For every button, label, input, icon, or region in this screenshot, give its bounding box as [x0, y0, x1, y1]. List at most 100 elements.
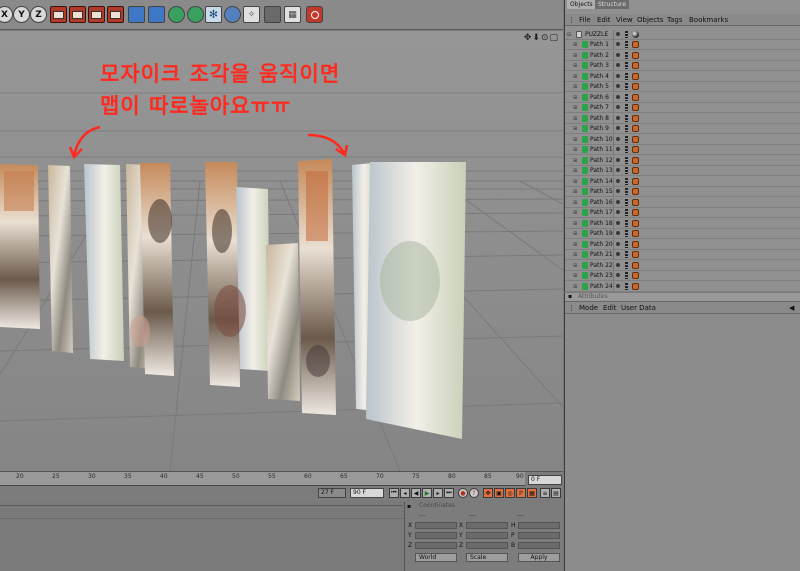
- back-arrow-icon[interactable]: ◀: [789, 304, 794, 312]
- goto-start-button[interactable]: ⏮: [389, 488, 399, 498]
- object-row[interactable]: ⊞ Path 16: [565, 197, 800, 208]
- phong-tag-icon[interactable]: [632, 31, 639, 38]
- expand-icon[interactable]: ⊞: [573, 147, 577, 153]
- expand-icon[interactable]: ⊞: [573, 137, 577, 143]
- expand-icon[interactable]: ⊞: [573, 242, 577, 248]
- visibility-icon[interactable]: [616, 189, 620, 193]
- render-flags-icon[interactable]: [625, 83, 628, 90]
- pla-key-button[interactable]: ▦: [527, 488, 537, 498]
- render-flags-icon[interactable]: [625, 251, 628, 258]
- expand-icon[interactable]: ⊞: [573, 158, 577, 164]
- scale-select[interactable]: Scale: [466, 553, 508, 562]
- light-button[interactable]: ✧: [243, 6, 260, 23]
- texture-tag-icon[interactable]: [632, 230, 639, 237]
- end-frame-left-field[interactable]: 27 F: [318, 488, 346, 498]
- play-button[interactable]: ▶: [422, 488, 432, 498]
- goto-end-button[interactable]: ⏭: [444, 488, 454, 498]
- render-flags-icon[interactable]: [625, 240, 628, 248]
- render-flags-icon[interactable]: [625, 51, 628, 59]
- record-key-button[interactable]: ●: [458, 488, 468, 498]
- expand-icon[interactable]: ⊞: [573, 189, 577, 195]
- texture-tag-icon[interactable]: [632, 282, 639, 290]
- object-row[interactable]: ⊞ Path 14: [565, 176, 800, 187]
- position-y-field[interactable]: [415, 532, 457, 539]
- object-row[interactable]: ⊞ Path 23: [565, 271, 800, 281]
- axis-z-button[interactable]: Z: [30, 6, 47, 23]
- render-flags-icon[interactable]: [625, 209, 628, 216]
- visibility-icon[interactable]: [616, 52, 620, 57]
- visibility-icon[interactable]: [616, 84, 620, 88]
- object-row[interactable]: ⊞ Path 21: [565, 250, 800, 260]
- 3d-viewport[interactable]: ✥⬇⊙▢ 모자이크 조각을 움직이면 맵이 따로놀아요ㅠㅠ: [0, 31, 563, 471]
- camera-button[interactable]: [224, 6, 241, 23]
- object-row[interactable]: ⊞ Path 12: [565, 155, 800, 166]
- expand-icon[interactable]: ⊞: [573, 53, 577, 59]
- visibility-icon[interactable]: [616, 178, 620, 183]
- render-view-button[interactable]: [69, 6, 86, 23]
- object-row[interactable]: ⊞ Path 1: [565, 40, 800, 50]
- texture-tag-icon[interactable]: [632, 93, 639, 101]
- expand-icon[interactable]: ⊞: [573, 252, 577, 258]
- menu-edit[interactable]: Edit: [603, 304, 617, 312]
- expand-icon[interactable]: ⊞: [573, 263, 577, 269]
- texture-tag-icon[interactable]: [632, 62, 639, 69]
- texture-tag-icon[interactable]: [632, 209, 639, 216]
- material-manager[interactable]: [0, 502, 403, 571]
- visibility-icon[interactable]: [616, 168, 620, 172]
- menu-bookmarks[interactable]: Bookmarks: [689, 16, 728, 24]
- render-flags-icon[interactable]: [625, 93, 628, 101]
- render-flags-icon[interactable]: [625, 146, 628, 153]
- object-row[interactable]: ⊞ Path 15: [565, 187, 800, 197]
- axis-y-button[interactable]: Y: [13, 6, 30, 23]
- visibility-icon[interactable]: [616, 136, 620, 141]
- texture-tag-icon[interactable]: [632, 146, 639, 153]
- texture-tag-icon[interactable]: [632, 240, 639, 248]
- visibility-icon[interactable]: [616, 210, 620, 214]
- expand-icon[interactable]: ⊞: [573, 210, 577, 216]
- collapse-icon[interactable]: ⊟: [567, 32, 571, 38]
- expand-icon[interactable]: ⊞: [573, 63, 577, 69]
- expand-icon[interactable]: ⊞: [573, 95, 577, 101]
- current-frame-field[interactable]: 0 F: [528, 475, 562, 485]
- render-flags-icon[interactable]: [625, 156, 628, 164]
- menu-file[interactable]: File: [579, 16, 591, 24]
- expand-icon[interactable]: ⊞: [573, 84, 577, 90]
- expand-icon[interactable]: ⊞: [573, 273, 577, 279]
- menu-user-data[interactable]: User Data: [621, 304, 656, 312]
- visibility-icon[interactable]: [616, 105, 620, 109]
- render-flags-icon[interactable]: [625, 261, 628, 269]
- timeline-ruler[interactable]: 20 25 30 35 40 45 50 55 60 65 70 75 80 8…: [0, 472, 525, 486]
- expand-icon[interactable]: ⊞: [573, 74, 577, 80]
- rotation-p-field[interactable]: [518, 532, 560, 539]
- object-row[interactable]: ⊞ Path 11: [565, 145, 800, 155]
- render-picture-viewer-button[interactable]: [88, 6, 105, 23]
- texture-tag-icon[interactable]: [632, 156, 639, 164]
- menu-view[interactable]: View: [616, 16, 633, 24]
- render-flags-icon[interactable]: [625, 135, 628, 143]
- texture-tag-icon[interactable]: [632, 83, 639, 90]
- render-flags-icon[interactable]: [625, 72, 628, 80]
- visibility-icon[interactable]: [616, 199, 620, 204]
- texture-tag-icon[interactable]: [632, 219, 639, 227]
- texture-tag-icon[interactable]: [632, 167, 639, 174]
- render-flags-icon[interactable]: [625, 125, 628, 132]
- expand-icon[interactable]: ⊞: [573, 200, 577, 206]
- coord-system-button[interactable]: [50, 6, 67, 23]
- size-x-field[interactable]: [466, 522, 508, 529]
- render-flags-icon[interactable]: [625, 114, 628, 122]
- visibility-icon[interactable]: [616, 115, 620, 120]
- texture-tag-icon[interactable]: [632, 135, 639, 143]
- render-flags-icon[interactable]: [625, 230, 628, 237]
- param-key-button[interactable]: ℙ: [516, 488, 526, 498]
- object-row[interactable]: ⊞ Path 24: [565, 281, 800, 292]
- object-row[interactable]: ⊞ Path 5: [565, 82, 800, 92]
- menu-mode[interactable]: Mode: [579, 304, 598, 312]
- visibility-icon[interactable]: [616, 157, 620, 162]
- viewport-nav-icons[interactable]: ✥⬇⊙▢: [524, 33, 559, 43]
- expand-icon[interactable]: ⊞: [573, 126, 577, 132]
- render-flags-icon[interactable]: [625, 219, 628, 227]
- object-row[interactable]: ⊞ Path 4: [565, 71, 800, 82]
- texture-tag-icon[interactable]: [632, 272, 639, 279]
- position-z-field[interactable]: [415, 542, 457, 549]
- autokey-button[interactable]: ?: [469, 488, 479, 498]
